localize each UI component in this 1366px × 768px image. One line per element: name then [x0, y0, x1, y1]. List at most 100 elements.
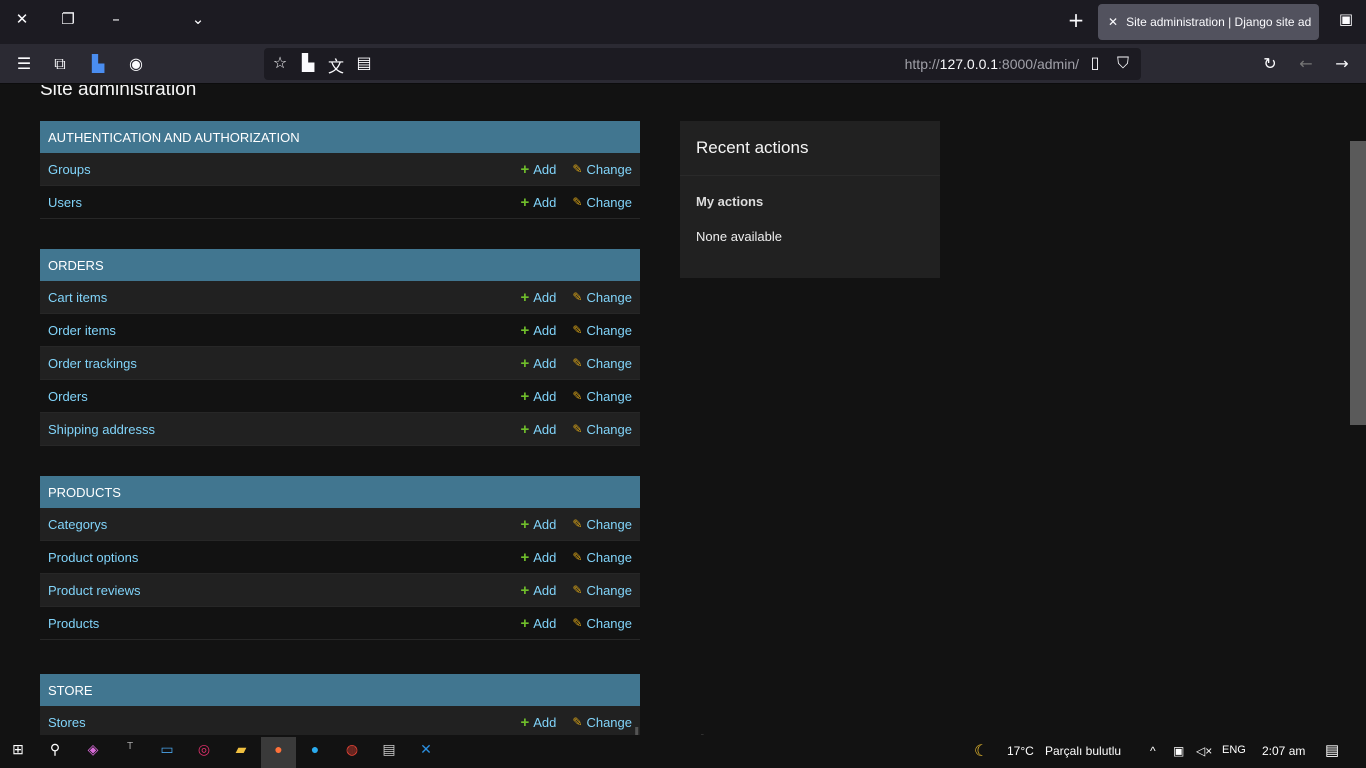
page-scrollbar[interactable] [1349, 85, 1366, 735]
model-link[interactable]: Orders [48, 389, 520, 404]
add-link[interactable]: + Add [520, 615, 556, 632]
tab-manager-icon[interactable]: ▣ [1334, 10, 1358, 28]
add-link[interactable]: + Add [520, 355, 556, 372]
add-link[interactable]: + Add [520, 322, 556, 339]
page-title: Site administration [40, 85, 197, 100]
reader-view-icon[interactable]: ▤ [352, 53, 376, 72]
add-link[interactable]: + Add [520, 421, 556, 438]
windows-start-icon[interactable]: ⊞ [6, 741, 30, 763]
change-link[interactable]: ✎ Change [572, 323, 632, 338]
change-link[interactable]: ✎ Change [572, 550, 632, 565]
app-t-icon[interactable]: T [118, 741, 142, 763]
change-link[interactable]: ✎ Change [572, 422, 632, 437]
model-link[interactable]: Order items [48, 323, 520, 338]
translate-extension-icon[interactable]: ▙ [86, 54, 110, 73]
network-icon[interactable]: ▣ [1173, 744, 1184, 758]
add-link[interactable]: + Add [520, 161, 556, 178]
model-link[interactable]: Stores [48, 715, 520, 730]
add-link[interactable]: + Add [520, 194, 556, 211]
account-icon[interactable]: ◉ [124, 54, 148, 73]
restore-window-icon[interactable]: ❐ [56, 10, 80, 28]
change-link[interactable]: ✎ Change [572, 616, 632, 631]
url-text[interactable]: http://127.0.0.1:8000/admin/ [905, 56, 1079, 72]
model-link[interactable]: Products [48, 616, 520, 631]
reload-icon[interactable]: ↻ [1258, 54, 1282, 73]
clock[interactable]: 2:07 am [1262, 744, 1305, 758]
forward-icon[interactable]: → [1330, 54, 1354, 73]
scrollbar-thumb[interactable] [1350, 141, 1366, 425]
menu-icon[interactable]: ☰ [12, 54, 36, 73]
model-link[interactable]: Users [48, 195, 520, 210]
add-link[interactable]: + Add [520, 714, 556, 731]
search-icon[interactable]: ⚲ [43, 741, 67, 763]
language-indicator[interactable]: ENG [1222, 744, 1246, 756]
model-row: Product options + Add ✎ Change [40, 541, 640, 574]
browser-navbar: ☰ ⧉ ▙ ◉ ☆ ▙ 文 ▤ http://127.0.0.1:8000/ad… [0, 44, 1366, 84]
module-header[interactable]: ORDERS [40, 249, 640, 281]
model-row: Groups + Add ✎ Change [40, 153, 640, 186]
notifications-icon[interactable]: ▤ [1325, 741, 1339, 759]
add-link[interactable]: + Add [520, 549, 556, 566]
add-link[interactable]: + Add [520, 388, 556, 405]
terminal-icon[interactable]: ▤ [377, 741, 401, 763]
change-label: Change [586, 388, 632, 404]
file-explorer-icon[interactable]: ▰ [229, 741, 253, 763]
change-link[interactable]: ✎ Change [572, 583, 632, 598]
vscode-icon[interactable]: ✕ [414, 741, 438, 763]
weather-icon[interactable]: ☾ [974, 741, 988, 761]
module-header[interactable]: AUTHENTICATION AND AUTHORIZATION [40, 121, 640, 153]
tab-list-chevron-icon[interactable]: ⌄ [186, 10, 210, 28]
browser-titlebar: ✕ ❐ – ⌄ + ✕ Site administration | Django … [0, 0, 1366, 44]
add-label: Add [533, 289, 557, 305]
model-link[interactable]: Shipping addresss [48, 422, 520, 437]
model-link[interactable]: Product options [48, 550, 520, 565]
model-row: Order items + Add ✎ Change [40, 314, 640, 347]
change-label: Change [586, 582, 632, 598]
model-link[interactable]: Product reviews [48, 583, 520, 598]
tab-site-administration[interactable]: ✕ Site administration | Django site ad [1098, 4, 1319, 40]
page-translate-icon[interactable]: ▙ [296, 53, 320, 72]
module-header[interactable]: STORE [40, 674, 640, 706]
url-bar[interactable]: ☆ ▙ 文 ▤ http://127.0.0.1:8000/admin/ ▯ ⛉ [264, 48, 1141, 80]
weather-desc[interactable]: Parçalı bulutlu [1045, 744, 1121, 758]
weather-temp[interactable]: 17°C [1007, 744, 1034, 758]
change-link[interactable]: ✎ Change [572, 290, 632, 305]
instagram-icon[interactable]: ◎ [192, 741, 216, 763]
add-link[interactable]: + Add [520, 516, 556, 533]
back-icon[interactable]: ← [1294, 54, 1318, 73]
change-link[interactable]: ✎ Change [572, 356, 632, 371]
tracking-shield-icon[interactable]: ⛉ [1111, 53, 1135, 73]
close-tab-icon[interactable]: ✕ [1108, 15, 1118, 29]
firefox-icon[interactable]: ● [261, 737, 296, 768]
model-link[interactable]: Order trackings [48, 356, 520, 371]
page-info-icon[interactable]: ▯ [1083, 53, 1107, 72]
model-row: Orders + Add ✎ Change [40, 380, 640, 413]
change-link[interactable]: ✎ Change [572, 162, 632, 177]
extensions-icon[interactable]: ⧉ [48, 54, 72, 74]
change-link[interactable]: ✎ Change [572, 195, 632, 210]
change-label: Change [586, 516, 632, 532]
add-label: Add [533, 582, 557, 598]
minimize-window-icon[interactable]: – [104, 10, 128, 28]
telegram-icon[interactable]: ● [303, 741, 327, 763]
tray-chevron-icon[interactable]: ^ [1150, 744, 1156, 758]
add-link[interactable]: + Add [520, 289, 556, 306]
change-label: Change [586, 289, 632, 305]
model-link[interactable]: Categorys [48, 517, 520, 532]
copilot-icon[interactable]: ◈ [81, 741, 105, 763]
computer-icon[interactable]: ▭ [155, 741, 179, 763]
plus-icon: + [520, 515, 530, 533]
model-link[interactable]: Groups [48, 162, 520, 177]
change-label: Change [586, 421, 632, 437]
volume-muted-icon[interactable]: ◁× [1196, 744, 1212, 758]
bookmark-star-icon[interactable]: ☆ [268, 53, 292, 72]
new-tab-icon[interactable]: + [1064, 8, 1088, 32]
chrome-icon[interactable]: ◍ [340, 741, 364, 763]
module-header[interactable]: PRODUCTS [40, 476, 640, 508]
model-link[interactable]: Cart items [48, 290, 520, 305]
add-link[interactable]: + Add [520, 582, 556, 599]
change-link[interactable]: ✎ Change [572, 517, 632, 532]
translate-icon[interactable]: 文 [324, 53, 348, 77]
close-window-icon[interactable]: ✕ [10, 10, 34, 28]
change-link[interactable]: ✎ Change [572, 389, 632, 404]
